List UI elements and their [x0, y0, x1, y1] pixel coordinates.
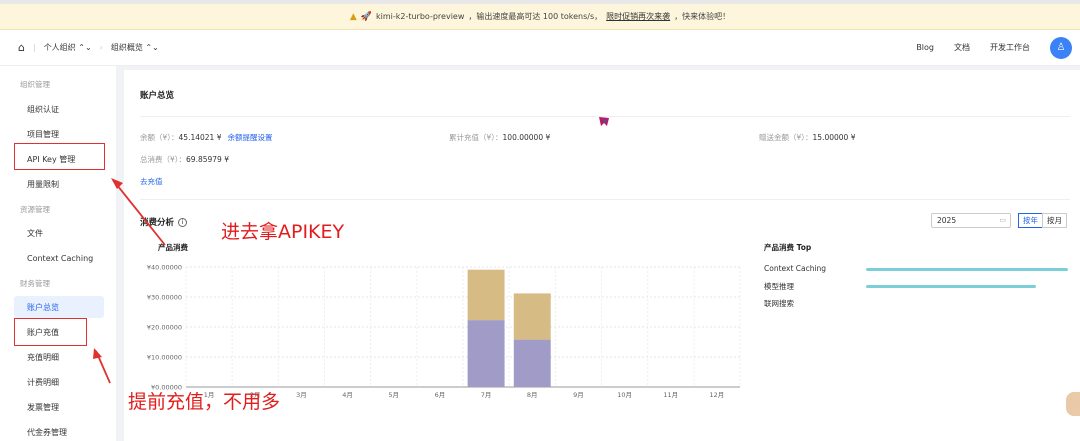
bar-8月-segment-1: [513, 293, 551, 340]
gift-label: 赠送金额（¥）：: [759, 133, 813, 142]
divider: |: [32, 43, 36, 52]
page-title: 账户总览: [140, 91, 175, 101]
recharge-value: 100.00000 ¥: [502, 133, 551, 142]
annotation-apikey: 进去拿APIKEY: [221, 221, 345, 243]
chevron-right-icon: ›: [99, 43, 103, 52]
y-tick-label: ¥40.00000: [147, 264, 182, 272]
analysis-title: 消费分析 i: [140, 216, 188, 228]
bar-7月-segment-0: [467, 320, 505, 387]
balance-alert-link[interactable]: 余额提醒设置: [227, 133, 272, 142]
x-tick-label: 5月: [388, 391, 399, 399]
top-products-title: 产品消费 Top: [764, 243, 812, 252]
gift-value: 15.00000 ¥: [812, 133, 856, 142]
banner-text: ，输出速度最高可达 100 tokens/s，: [468, 12, 603, 21]
floating-widget-icon[interactable]: [598, 116, 610, 127]
x-tick-label: 10月: [617, 391, 632, 399]
x-tick-label: 11月: [663, 391, 678, 399]
sidebar-item-billing-detail[interactable]: 计费明细: [14, 371, 104, 393]
balance-label: 余额（¥）：: [140, 133, 179, 142]
info-icon[interactable]: i: [178, 218, 188, 227]
top-item-context-caching: Context Caching: [764, 264, 827, 273]
top-item-web-search: 联网搜索: [764, 299, 794, 308]
highlight-box-apikey: [14, 143, 105, 170]
overview-switcher-label: 组织概览: [110, 43, 143, 52]
sidebar-item-context-caching[interactable]: Context Caching: [14, 247, 104, 269]
recharge-label: 累计充值（¥）：: [449, 133, 503, 142]
org-switcher[interactable]: 个人组织 ⌃⌄: [44, 42, 92, 53]
sidebar-item-vouchers[interactable]: 代金券管理: [14, 421, 104, 441]
promo-banner: ▲ 🚀 kimi-k2-turbo-preview ，输出速度最高可达 100 t…: [0, 4, 1080, 30]
chevron-updown-icon: ⌃⌄: [78, 43, 92, 52]
home-icon[interactable]: ⌂: [18, 41, 25, 54]
blog-link[interactable]: Blog: [916, 43, 934, 52]
total-recharge-stat: 累计充值（¥）：100.00000 ¥: [449, 132, 550, 143]
x-tick-label: 12月: [710, 391, 725, 399]
sidebar-group-org: 组织管理: [20, 80, 50, 89]
bar-8月-segment-0: [513, 339, 551, 387]
sidebar-group-finance: 财务管理: [20, 279, 50, 288]
top-item-bar: [866, 268, 1068, 271]
total-spend-stat: 总消费（¥）：69.85979 ¥: [140, 154, 229, 165]
sidebar-item-usage-limit[interactable]: 用量限制: [14, 173, 104, 195]
by-year-toggle[interactable]: 按年: [1018, 213, 1043, 228]
sidebar-item-org-auth[interactable]: 组织认证: [14, 98, 104, 120]
docs-link[interactable]: 文档: [954, 42, 970, 53]
sidebar-item-invoices[interactable]: 发票管理: [14, 396, 104, 418]
warning-icon: ▲: [349, 11, 357, 22]
divider: [140, 199, 1070, 200]
highlight-box-recharge: [14, 318, 87, 346]
product-spend-bar-chart: ¥0.00000¥10.00000¥20.00000¥30.00000¥40.0…: [147, 264, 741, 399]
sidebar-item-recharge-detail[interactable]: 充值明细: [14, 346, 104, 368]
rocket-icon: 🚀: [360, 11, 372, 22]
go-recharge-link[interactable]: 去充值: [140, 176, 163, 187]
y-tick-label: ¥20.00000: [147, 324, 182, 332]
banner-tail: ，快来体验吧！: [674, 12, 731, 21]
sidebar-item-projects[interactable]: 项目管理: [14, 123, 104, 145]
spend-value: 69.85979 ¥: [186, 155, 229, 164]
gift-amount-stat: 赠送金额（¥）：15.00000 ¥: [759, 132, 855, 143]
sidebar-group-resources: 资源管理: [20, 205, 50, 214]
by-month-toggle[interactable]: 按月: [1042, 213, 1067, 228]
banner-model: kimi-k2-turbo-preview: [375, 12, 465, 21]
spend-label: 总消费（¥）：: [140, 155, 187, 164]
org-switcher-label: 个人组织: [43, 43, 76, 52]
x-tick-label: 7月: [481, 391, 492, 399]
top-item-bar: [866, 285, 1036, 288]
y-tick-label: ¥10.00000: [147, 354, 182, 362]
bar-7月-segment-1: [467, 269, 505, 321]
sidebar-item-account-overview[interactable]: 账户总览: [14, 296, 104, 318]
user-avatar[interactable]: ♙: [1050, 36, 1072, 59]
top-item-inference: 模型推理: [764, 282, 794, 291]
year-picker[interactable]: 2025 ▭: [931, 213, 1011, 228]
x-tick-label: 6月: [435, 391, 446, 399]
sidebar-item-files[interactable]: 文件: [14, 222, 104, 244]
balance-stat: 余额（¥）：45.14021 ¥ 余额提醒设置: [140, 132, 272, 143]
x-tick-label: 3月: [296, 391, 307, 399]
x-tick-label: 9月: [573, 391, 584, 399]
analysis-title-text: 消费分析: [140, 218, 175, 228]
chevron-updown-icon: ⌃⌄: [145, 43, 159, 52]
overview-switcher[interactable]: 组织概览 ⌃⌄: [111, 42, 159, 53]
user-icon: ♙: [1056, 42, 1066, 53]
balance-value: 45.14021 ¥: [178, 133, 222, 142]
top-header: ⌂ | 个人组织 ⌃⌄ › 组织概览 ⌃⌄ Blog 文档 开发工作台 ♙: [0, 30, 1080, 66]
y-tick-label: ¥30.00000: [147, 294, 182, 302]
year-value: 2025: [937, 216, 957, 225]
annotation-recharge: 提前充值，不用多: [128, 391, 281, 413]
calendar-icon: ▭: [999, 216, 1006, 224]
banner-promo-link[interactable]: 限时促销再次来袭: [606, 11, 670, 22]
assistant-avatar[interactable]: [1066, 392, 1080, 416]
sidebar: 组织管理 组织认证 项目管理 API Key 管理 用量限制 资源管理 文件 C…: [0, 66, 116, 441]
x-tick-label: 4月: [342, 391, 353, 399]
x-tick-label: 8月: [527, 391, 538, 399]
dev-console-link[interactable]: 开发工作台: [990, 42, 1030, 53]
